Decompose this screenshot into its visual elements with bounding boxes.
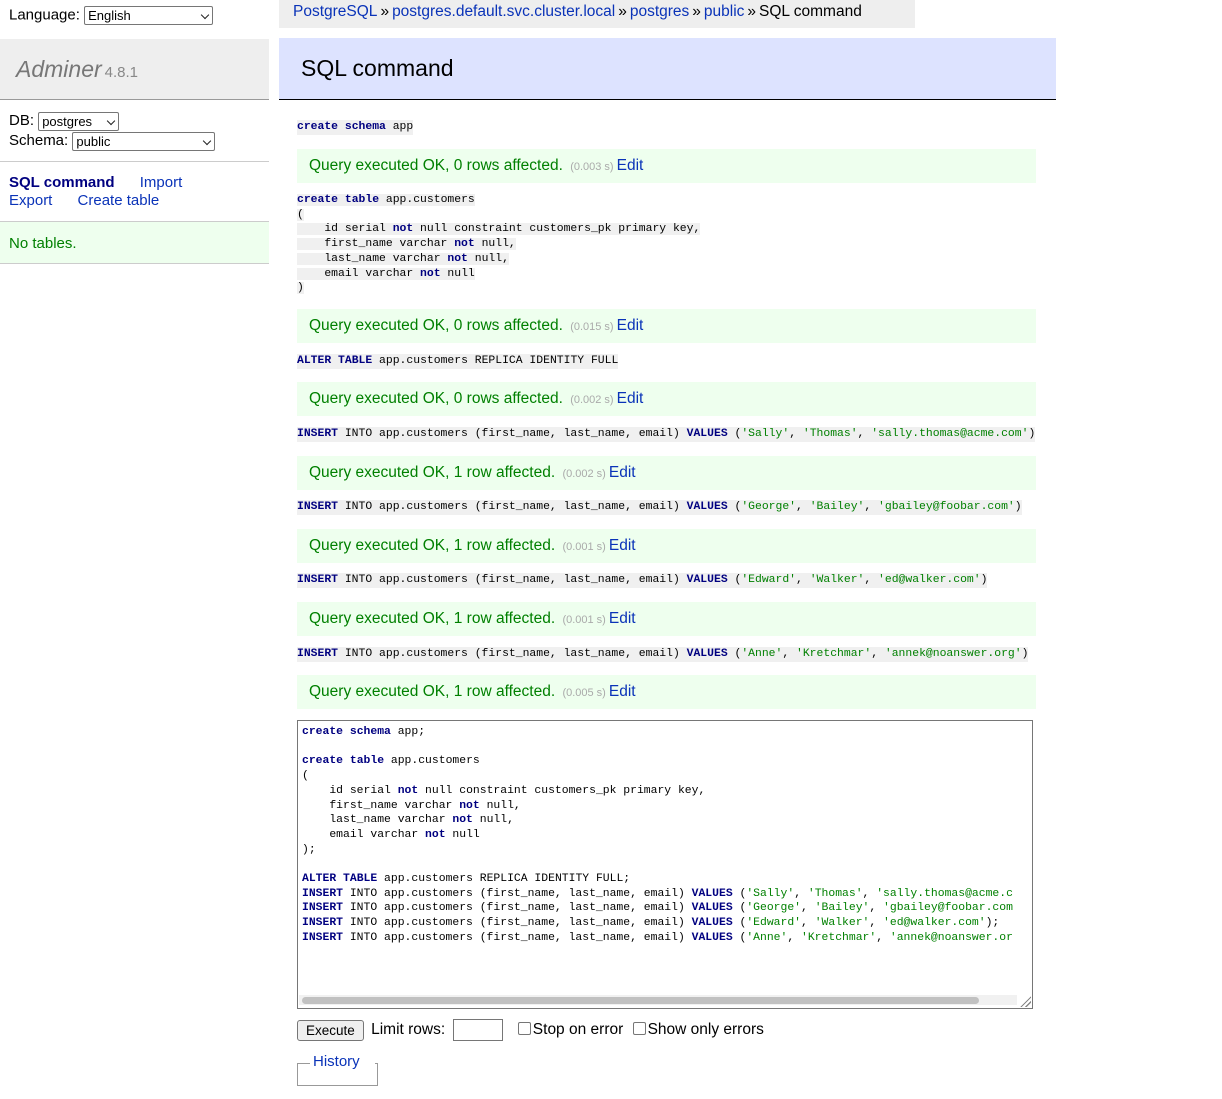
result-message-6: Query executed OK, 1 row affected. (0.00… [297, 602, 1036, 636]
result-message-5: Query executed OK, 1 row affected. (0.00… [297, 529, 1036, 563]
edit-link[interactable]: Edit [609, 464, 636, 481]
page-header: SQL command [279, 38, 1056, 100]
edit-link[interactable]: Edit [617, 317, 644, 334]
language-selector: Language: English [9, 6, 214, 25]
query-time: (0.003 s) [570, 161, 614, 173]
schema-label: Schema: [9, 132, 69, 149]
app-version: 4.8.1 [104, 64, 139, 81]
db-select[interactable]: postgres [38, 111, 120, 131]
limit-rows-label: Limit rows: [371, 1021, 446, 1039]
execute-button[interactable]: Execute [297, 1019, 364, 1041]
sidebar-item-sql-command[interactable]: SQL command [9, 174, 115, 192]
breadcrumb-server[interactable]: postgres.default.svc.cluster.local [392, 3, 615, 20]
breadcrumb-system[interactable]: PostgreSQL [293, 3, 377, 20]
edit-link[interactable]: Edit [609, 537, 636, 554]
stop-on-error-checkbox[interactable] [517, 1022, 531, 1036]
query-7: INSERT INTO app.customers (first_name, l… [297, 647, 1029, 662]
language-select[interactable]: English [84, 6, 214, 25]
query-6: INSERT INTO app.customers (first_name, l… [297, 573, 988, 588]
query-3: ALTER TABLE app.customers REPLICA IDENTI… [297, 354, 619, 369]
limit-rows-input[interactable] [453, 1019, 504, 1041]
result-message-1: Query executed OK, 0 rows affected. (0.0… [297, 149, 1036, 183]
sql-editor[interactable]: create schema app; create table app.cust… [297, 720, 1033, 1009]
show-only-errors-label: Show only errors [647, 1021, 764, 1039]
brand-header: Adminer 4.8.1 [0, 39, 269, 100]
scrollbar-thumb[interactable] [302, 997, 979, 1004]
history-fieldset: History [297, 1053, 378, 1086]
schema-select[interactable]: public [72, 131, 216, 151]
edit-link[interactable]: Edit [609, 610, 636, 627]
chevron-down-icon [203, 136, 212, 145]
language-label: Language: [9, 6, 80, 24]
horizontal-scrollbar[interactable] [299, 995, 1017, 1005]
result-message-7: Query executed OK, 1 row affected. (0.00… [297, 675, 1036, 709]
result-message-4: Query executed OK, 1 row affected. (0.00… [297, 456, 1036, 490]
edit-link[interactable]: Edit [609, 683, 636, 700]
query-time: (0.005 s) [562, 687, 606, 699]
breadcrumb-database[interactable]: postgres [630, 3, 689, 20]
query-time: (0.001 s) [562, 541, 606, 553]
resize-grip-icon[interactable] [1019, 995, 1031, 1007]
edit-link[interactable]: Edit [617, 390, 644, 407]
chevron-down-icon [200, 10, 210, 20]
sidebar-item-export[interactable]: Export [9, 192, 52, 210]
page-title: SQL command [301, 55, 454, 81]
sidebar-item-create-table[interactable]: Create table [78, 192, 160, 210]
query-time: (0.001 s) [562, 614, 606, 626]
edit-link[interactable]: Edit [617, 157, 644, 174]
query-time: (0.015 s) [570, 321, 614, 333]
query-5: INSERT INTO app.customers (first_name, l… [297, 500, 1022, 515]
query-time: (0.002 s) [570, 394, 614, 406]
result-message-2: Query executed OK, 0 rows affected. (0.0… [297, 309, 1036, 343]
sql-controls: Execute Limit rows: Stop on error Show o… [297, 1019, 764, 1041]
result-message-3: Query executed OK, 0 rows affected. (0.0… [297, 382, 1036, 416]
menu-divider [0, 161, 269, 162]
no-tables-message: No tables. [0, 221, 269, 264]
query-time: (0.002 s) [562, 468, 606, 480]
breadcrumb: PostgreSQL» postgres.default.svc.cluster.… [279, 0, 915, 28]
db-label: DB: [9, 112, 35, 129]
breadcrumb-current: SQL command [759, 3, 862, 20]
query-2: create table app.customers ( id serial n… [297, 194, 701, 295]
sidebar-links: SQL command Import Export Create table [9, 174, 182, 210]
app-name[interactable]: Adminer 4.8.1 [16, 56, 138, 83]
history-toggle[interactable]: History [312, 1053, 361, 1070]
query-4: INSERT INTO app.customers (first_name, l… [297, 427, 1036, 442]
chevron-down-icon [106, 116, 116, 125]
sidebar-item-import[interactable]: Import [140, 174, 183, 192]
stop-on-error-label: Stop on error [532, 1021, 624, 1039]
breadcrumb-schema[interactable]: public [704, 3, 745, 20]
db-form: DB: postgres Schema: public [9, 111, 216, 151]
sql-editor-text[interactable]: create schema app; create table app.cust… [298, 721, 1032, 946]
query-1: create schema app [297, 120, 414, 135]
show-only-errors-checkbox[interactable] [632, 1022, 646, 1036]
